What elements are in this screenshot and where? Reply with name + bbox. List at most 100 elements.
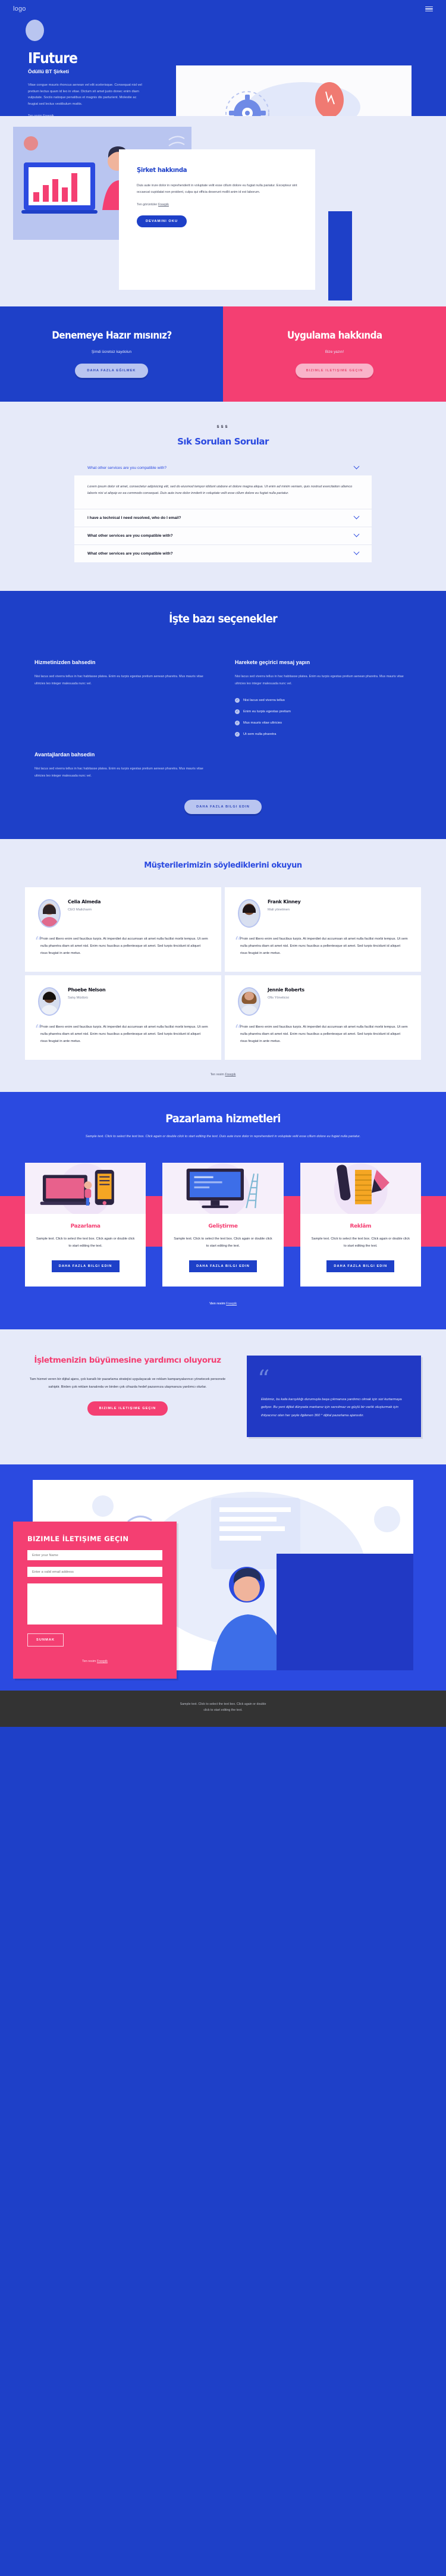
marketing-credit: 'den resim Freepik bbox=[0, 1302, 446, 1306]
marketing-card: Pazarlama Sample text. Click to select t… bbox=[25, 1163, 146, 1287]
site-footer: Sample text. Click to select the text bo… bbox=[0, 1690, 446, 1727]
testimonial-card: Phoebe Nelson Satış Müdürü “ Proin sed l… bbox=[25, 975, 221, 1060]
options-feature-list: ✓ Nisi lacus sed viverra tellus ✓ Enim e… bbox=[235, 698, 412, 737]
testimonial-text: Proin sed libero enim sed faucibus turpi… bbox=[240, 937, 408, 956]
marketing-illustration-3 bbox=[334, 1163, 390, 1215]
options-col-spacer bbox=[235, 751, 412, 780]
faq-item-label: What other services are you compatible w… bbox=[87, 552, 173, 556]
faq-item-label: I have a technical I need resolved, who … bbox=[87, 516, 181, 521]
about-credit: Ten görüntüler Freepik bbox=[137, 203, 297, 206]
options-left-body: Nisi lacus sed viverra tellus in hac hab… bbox=[34, 675, 203, 686]
list-item: ✓ Mus mauris vitae ultricies bbox=[235, 721, 412, 726]
faq-item[interactable]: I have a technical I need resolved, who … bbox=[74, 509, 372, 527]
testimonial-card: Celia Almeda CEO Mailcharm “ Proin sed l… bbox=[25, 887, 221, 972]
faq-item[interactable]: What other services are you compatible w… bbox=[74, 527, 372, 545]
about-credit-prefix: Ten görüntüler bbox=[137, 203, 158, 206]
hero-body: Vitae congue mauris rhoncus aenean vel e… bbox=[28, 83, 142, 106]
check-icon: ✓ bbox=[235, 721, 240, 726]
hero-subtitle: Ödüllü BT Şirketi bbox=[28, 68, 69, 74]
contact-section: BIZIMLE İLETIŞIME GEÇIN SUNMAK Ten resim… bbox=[0, 1464, 446, 1691]
options-col-right: Harekete geçirici mesaj yapın Nisi lacus… bbox=[235, 659, 412, 737]
testimonial-role: Satış Müdürü bbox=[68, 996, 88, 1000]
cta-left-button[interactable]: DAHA FAZLA EĞILMEK bbox=[75, 363, 148, 378]
submit-button[interactable]: SUNMAK bbox=[27, 1633, 64, 1647]
quote-icon: “ bbox=[257, 1365, 270, 1393]
decorative-blue-bar bbox=[328, 211, 352, 301]
site-header: logo bbox=[0, 0, 446, 18]
testimonials-title: Müşterilerimizin söylediklerini okuyun bbox=[144, 860, 302, 870]
options-left-heading: Hizmetinizden bahsedin bbox=[34, 659, 96, 666]
faq-open-question[interactable]: What other services are you compatible w… bbox=[74, 463, 372, 475]
cta-right-button[interactable]: BIZIMLE ILETIŞIME GEÇIN bbox=[295, 363, 374, 378]
testimonial-card: Frank Kinney Mali yönetmen “ Proin sed l… bbox=[225, 887, 421, 972]
cta-left: Denemeye Hazır mısınız? Şimdi ücretsiz k… bbox=[0, 306, 223, 402]
marketing-subtitle: Sample text. Click to select the text bo… bbox=[85, 1135, 361, 1139]
growth-copy: İşletmenizin büyümesine yardımcı oluyoru… bbox=[25, 1356, 230, 1416]
options-col-left: Hizmetinizden bahsedin Nisi lacus sed vi… bbox=[34, 659, 211, 737]
marketing-card-title: Reklâm bbox=[350, 1223, 372, 1230]
contact-credit-prefix: Ten resim bbox=[82, 1660, 97, 1664]
about-credit-link[interactable]: Freepik bbox=[158, 203, 169, 206]
avatar bbox=[238, 899, 260, 928]
testimonial-name: Frank Kinney bbox=[268, 899, 301, 905]
testimonial-text: Proin sed libero enim sed faucibus turpi… bbox=[40, 937, 208, 956]
cta-right-title: Uygulama hakkında bbox=[287, 330, 382, 342]
testimonials-credit-link[interactable]: Freepik bbox=[225, 1073, 235, 1076]
marketing-card-title: Geliştirme bbox=[208, 1223, 238, 1230]
growth-cta-button[interactable]: BIZIMLE ILETIŞIME GEÇIN bbox=[87, 1401, 168, 1416]
chevron-down-icon bbox=[353, 531, 360, 537]
marketing-credit-link[interactable]: Freepik bbox=[226, 1302, 237, 1306]
options-grid-bottom: Avantajlardan bahsedin Nisi lacus sed vi… bbox=[0, 751, 446, 780]
marketing-section: Pazarlama hizmetleri Sample text. Click … bbox=[0, 1092, 446, 1329]
growth-section: İşletmenizin büyümesine yardımcı oluyoru… bbox=[0, 1329, 446, 1464]
list-item-label: Nisi lacus sed viverra tellus bbox=[243, 699, 285, 703]
testimonials-grid: Celia Almeda CEO Mailcharm “ Proin sed l… bbox=[0, 887, 446, 1060]
faq-section: SSS Sık Sorulan Sorular What other servi… bbox=[0, 402, 446, 591]
message-field[interactable] bbox=[27, 1583, 162, 1625]
marketing-card-button[interactable]: DAHA FAZLA BILGI EDIN bbox=[326, 1260, 395, 1272]
footer-line-2: click to start editing the text. bbox=[203, 1708, 243, 1713]
about-read-more-button[interactable]: DEVAMINI OKU bbox=[137, 215, 187, 227]
avatar bbox=[38, 899, 61, 928]
about-title: Şirket hakkında bbox=[137, 166, 187, 174]
cta-right: Uygulama hakkında Bize yazın! BIZIMLE IL… bbox=[223, 306, 446, 402]
contact-form-title: BIZIMLE İLETIŞIME GEÇIN bbox=[27, 1534, 129, 1543]
options-bottom-heading: Avantajlardan bahsedin bbox=[34, 752, 95, 758]
options-section: İşte bazı seçenekler Hizmetinizden bahse… bbox=[0, 591, 446, 839]
testimonial-role: Mali yönetmen bbox=[268, 908, 290, 912]
cta-right-subtitle: Bize yazın! bbox=[325, 349, 344, 354]
contact-credit-link[interactable]: Freepik bbox=[97, 1660, 108, 1663]
options-right-heading: Harekete geçirici mesaj yapın bbox=[235, 659, 310, 666]
marketing-card-image bbox=[25, 1163, 146, 1215]
growth-title: İşletmenizin büyümesine yardımcı oluyoru… bbox=[34, 1355, 221, 1365]
check-icon: ✓ bbox=[235, 709, 240, 715]
testimonial-name: Phoebe Nelson bbox=[68, 987, 106, 993]
contact-form: BIZIMLE İLETIŞIME GEÇIN SUNMAK Ten resim… bbox=[13, 1521, 177, 1679]
hero-title: IFuture bbox=[28, 49, 78, 67]
faq-kicker: SSS bbox=[216, 425, 230, 429]
dual-cta-section: Denemeye Hazır mısınız? Şimdi ücretsiz k… bbox=[0, 306, 446, 402]
testimonial-text: Proin sed libero enim sed faucibus turpi… bbox=[240, 1025, 408, 1044]
faq-item-label: What other services are you compatible w… bbox=[87, 534, 173, 539]
logo[interactable]: logo bbox=[13, 5, 26, 12]
marketing-cards: Pazarlama Sample text. Click to select t… bbox=[0, 1163, 446, 1287]
faq-item[interactable]: What other services are you compatible w… bbox=[74, 544, 372, 563]
options-title: İşte bazı seçenekler bbox=[169, 612, 278, 626]
options-cta-button[interactable]: DAHA FAZLA BILGI EDIN bbox=[184, 799, 262, 814]
marketing-card-button[interactable]: DAHA FAZLA BILGI EDIN bbox=[189, 1260, 257, 1272]
email-field[interactable] bbox=[27, 1567, 162, 1577]
name-field[interactable] bbox=[27, 1550, 162, 1561]
marketing-illustration-2 bbox=[186, 1163, 259, 1215]
faq-accordion: What other services are you compatible w… bbox=[74, 463, 372, 563]
options-right-body: Nisi lacus sed viverra tellus in hac hab… bbox=[235, 675, 404, 686]
options-grid-top: Hizmetinizden bahsedin Nisi lacus sed vi… bbox=[0, 659, 446, 737]
marketing-card-button[interactable]: DAHA FAZLA BILGI EDIN bbox=[51, 1260, 120, 1272]
marketing-card-body: Sample text. Click to select the text bo… bbox=[36, 1237, 135, 1248]
cta-left-title: Denemeye Hazır mısınız? bbox=[51, 330, 172, 342]
decorative-circle bbox=[26, 20, 44, 41]
marketing-title: Pazarlama hizmetleri bbox=[165, 1112, 281, 1126]
faq-open-panel: Lorem ipsum dolor sit amet, consectetur … bbox=[74, 475, 372, 509]
hamburger-menu-icon[interactable] bbox=[425, 6, 433, 12]
avatar bbox=[238, 987, 260, 1016]
growth-quote: Ekibimiz, bu kafa karışıklığı durumuyla … bbox=[261, 1397, 402, 1417]
